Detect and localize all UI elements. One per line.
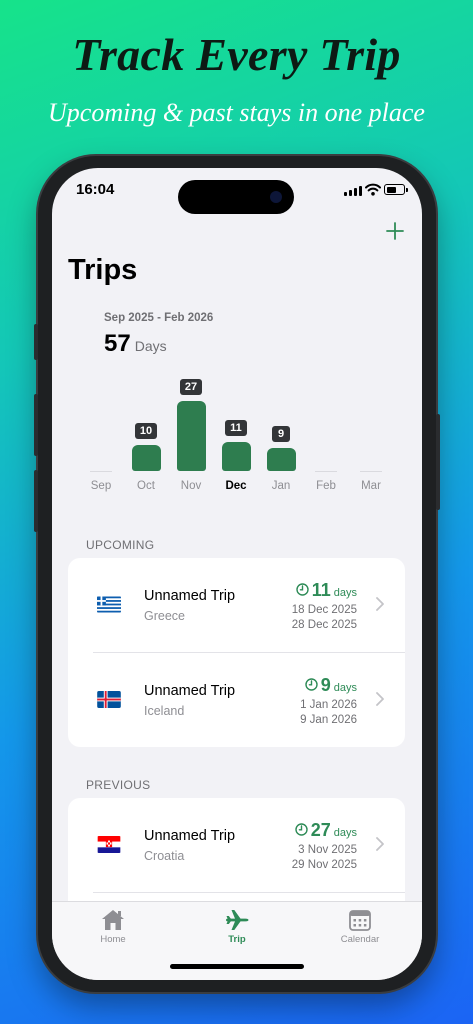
chart-month-label[interactable]: Mar [349, 480, 393, 492]
trip-row[interactable]: Unnamed Trip Iceland 9 days 1 Jan 2026 9 … [68, 653, 405, 747]
battery-icon [384, 184, 408, 195]
clock-icon [305, 678, 318, 691]
trip-country: Iceland [144, 704, 185, 718]
trip-duration: 11 days [296, 580, 357, 601]
house-icon [102, 910, 124, 930]
trip-duration: 9 days [305, 675, 357, 696]
tab-trip[interactable]: Trip [192, 908, 282, 945]
add-trip-button[interactable] [382, 218, 408, 244]
camera-icon [270, 191, 282, 203]
airplane-icon [226, 910, 249, 930]
volume-down-button [34, 470, 38, 532]
trip-duration: 27 days [295, 820, 357, 841]
trip-name: Unnamed Trip [144, 683, 236, 699]
tab-label: Trip [228, 934, 246, 945]
chart-data-label: 11 [225, 420, 247, 436]
chevron-right-icon [376, 692, 384, 706]
chart-data-label: 10 [135, 423, 157, 439]
chart-bar[interactable] [221, 442, 251, 471]
iceland-flag-icon [97, 691, 121, 708]
promo-headline: Track Every Trip [72, 29, 401, 80]
chart-empty-baseline [90, 471, 112, 472]
trip-row[interactable]: Unnamed Trip Greece 11 days 18 Dec 2025 2… [68, 558, 405, 652]
chart-month-label[interactable]: Dec [214, 480, 258, 492]
trip-name: Unnamed Trip [144, 828, 236, 844]
chart-data-label: 27 [180, 379, 202, 395]
duration-unit: days [333, 827, 357, 839]
tab-label: Home [100, 934, 126, 945]
trip-end-date: 29 Nov 2025 [291, 859, 357, 871]
power-button [436, 414, 440, 510]
trip-end-date: 28 Dec 2025 [291, 619, 357, 631]
chart-empty-baseline [315, 471, 337, 472]
tab-home[interactable]: Home [68, 908, 158, 945]
chart-bar[interactable] [176, 401, 206, 471]
total-days-unit: Days [134, 338, 167, 354]
duration-value: 9 [320, 675, 331, 695]
total-days: 57 Days [104, 330, 167, 358]
date-range: Sep 2025 - Feb 2026 [104, 312, 214, 324]
dynamic-island [178, 180, 294, 214]
croatia-flag-icon [97, 836, 121, 853]
home-indicator[interactable] [170, 964, 304, 969]
action-button [34, 324, 38, 360]
chart-month-label[interactable]: Nov [169, 480, 213, 492]
promo-subheadline: Upcoming & past stays in one place [48, 98, 425, 127]
trip-start-date: 3 Nov 2025 [298, 844, 357, 856]
tab-label: Calendar [340, 934, 380, 945]
total-days-value: 57 [104, 330, 131, 357]
chart-empty-baseline [360, 471, 382, 472]
trip-end-date: 9 Jan 2026 [300, 714, 357, 726]
status-time: 16:04 [76, 181, 115, 198]
trip-row[interactable]: Unnamed Trip Croatia 27 days 3 Nov 2025 2… [68, 798, 405, 892]
days-per-month-chart[interactable]: Sep 10 Oct 27 Nov 11 Dec 9 Jan Feb Mar [52, 368, 422, 508]
trip-country: Greece [144, 609, 185, 623]
duration-value: 11 [311, 580, 331, 600]
volume-up-button [34, 394, 38, 456]
chart-bar[interactable] [131, 445, 161, 471]
trip-start-date: 1 Jan 2026 [300, 699, 357, 711]
calendar-icon [349, 910, 371, 931]
chart-month-label[interactable]: Jan [259, 480, 303, 492]
chart-bar[interactable] [266, 448, 296, 471]
chart-month-label[interactable]: Sep [79, 480, 123, 492]
cellular-signal-icon [344, 185, 362, 196]
page-title: Trips [68, 254, 138, 286]
chart-month-label[interactable]: Feb [304, 480, 348, 492]
app-screen: 16:04 Trips Sep 2025 - Feb 2026 57 Days S… [52, 168, 422, 980]
chart-data-label: 9 [272, 426, 290, 442]
clock-icon [296, 583, 309, 596]
status-bar: 16:04 [52, 168, 422, 214]
wifi-icon [365, 183, 381, 196]
clock-icon [295, 823, 308, 836]
previous-section-header: PREVIOUS [86, 778, 151, 792]
chevron-right-icon [376, 597, 384, 611]
phone-frame: 16:04 Trips Sep 2025 - Feb 2026 57 Days S… [34, 156, 440, 992]
trip-country: Croatia [144, 849, 185, 863]
greece-flag-icon [97, 596, 121, 613]
upcoming-section-header: UPCOMING [86, 538, 155, 552]
plus-icon [386, 222, 404, 240]
chart-month-label[interactable]: Oct [124, 480, 168, 492]
duration-value: 27 [310, 820, 331, 840]
trip-start-date: 18 Dec 2025 [291, 604, 357, 616]
trip-name: Unnamed Trip [144, 588, 236, 604]
chevron-right-icon [376, 837, 384, 851]
tab-calendar[interactable]: Calendar [315, 908, 405, 945]
duration-unit: days [333, 587, 357, 599]
upcoming-trips-card: Unnamed Trip Greece 11 days 18 Dec 2025 2… [68, 558, 405, 747]
row-divider [93, 892, 405, 893]
duration-unit: days [333, 682, 357, 694]
